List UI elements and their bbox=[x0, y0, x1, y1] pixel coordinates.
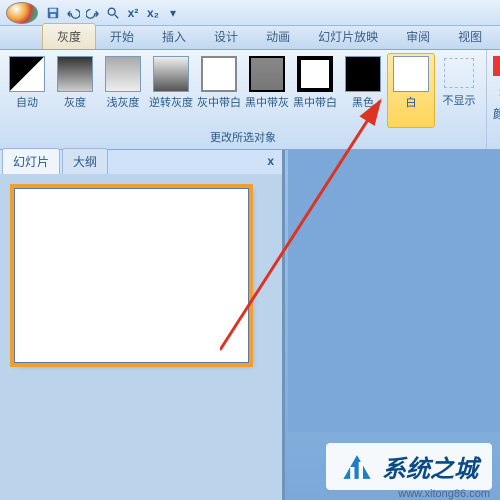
ribbon-tabs: 灰度开始插入设计动画幻灯片放映审阅视图 bbox=[0, 26, 500, 50]
watermark-url: www.xitong86.com bbox=[398, 488, 490, 500]
tab-0[interactable]: 灰度 bbox=[42, 23, 96, 49]
tab-3[interactable]: 设计 bbox=[200, 24, 252, 49]
swatch-label: 黑色 bbox=[352, 94, 374, 110]
subscript-icon[interactable]: x₂ bbox=[144, 4, 162, 22]
color-view-label: 颜色视 bbox=[493, 105, 500, 122]
tab-1[interactable]: 开始 bbox=[96, 24, 148, 49]
swatch-label: 白 bbox=[406, 94, 417, 110]
ribbon: 自动 灰度 浅灰度逆转灰度灰中带白黑中带灰黑中带白黑色 白 不显示 更改所选对象 返回 … bbox=[0, 50, 500, 150]
watermark: 系统之城 bbox=[326, 443, 492, 490]
tab-7[interactable]: 视图 bbox=[444, 24, 496, 49]
swatch-黑中带白[interactable]: 黑中带白 bbox=[292, 54, 338, 127]
qat-more-icon[interactable]: ▾ bbox=[164, 4, 182, 22]
watermark-brand: 系统之城 bbox=[382, 449, 478, 484]
tab-slides[interactable]: 幻灯片 bbox=[2, 148, 60, 174]
slide-workspace[interactable] bbox=[288, 150, 500, 432]
thumbnail-area[interactable] bbox=[0, 174, 282, 500]
swatch-灰度[interactable]: 灰度 bbox=[52, 54, 98, 127]
slides-pane: 幻灯片 大纲 x bbox=[0, 150, 285, 500]
close-icon[interactable]: x bbox=[267, 154, 274, 168]
swatch-label: 逆转灰度 bbox=[149, 94, 193, 110]
swatch-label: 灰度 bbox=[64, 94, 86, 110]
swatch-黑中带灰[interactable]: 黑中带灰 bbox=[244, 54, 290, 127]
save-icon[interactable] bbox=[44, 4, 62, 22]
superscript-icon[interactable]: x² bbox=[124, 4, 142, 22]
tab-outline[interactable]: 大纲 bbox=[62, 148, 108, 174]
zoom-icon[interactable] bbox=[104, 4, 122, 22]
pane-tabs: 幻灯片 大纲 x bbox=[0, 150, 282, 174]
office-button[interactable] bbox=[6, 2, 38, 24]
swatch-label: 黑中带灰 bbox=[245, 94, 289, 110]
slide-thumbnail[interactable] bbox=[14, 188, 249, 363]
noshow-icon bbox=[444, 58, 474, 88]
group-change-selected: 自动 灰度 浅灰度逆转灰度灰中带白黑中带灰黑中带白黑色 白 不显示 更改所选对象 bbox=[0, 50, 487, 149]
undo-icon[interactable] bbox=[64, 4, 82, 22]
rgb-icon[interactable] bbox=[493, 56, 500, 76]
tab-5[interactable]: 幻灯片放映 bbox=[304, 24, 392, 49]
swatch-label: 黑中带白 bbox=[293, 94, 337, 110]
swatch-label: 自动 bbox=[16, 94, 38, 110]
swatch-浅灰度[interactable]: 浅灰度 bbox=[100, 54, 146, 127]
group-label: 更改所选对象 bbox=[4, 127, 482, 147]
noshow-button[interactable]: 不显示 bbox=[436, 54, 482, 127]
group-color-view: 返回 颜色视 bbox=[487, 50, 500, 149]
swatch-label: 灰中带白 bbox=[197, 94, 241, 110]
tab-2[interactable]: 插入 bbox=[148, 24, 200, 49]
swatch-label: 浅灰度 bbox=[107, 94, 140, 110]
tab-4[interactable]: 动画 bbox=[252, 24, 304, 49]
redo-icon[interactable] bbox=[84, 4, 102, 22]
swatch-逆转灰度[interactable]: 逆转灰度 bbox=[148, 54, 194, 127]
swatch-黑色[interactable]: 黑色 bbox=[340, 54, 386, 127]
swatch-白[interactable]: 白 bbox=[388, 54, 434, 127]
watermark-logo-icon bbox=[340, 450, 374, 484]
swatch-灰中带白[interactable]: 灰中带白 bbox=[196, 54, 242, 127]
swatch-自动[interactable]: 自动 bbox=[4, 54, 50, 127]
tab-6[interactable]: 审阅 bbox=[392, 24, 444, 49]
